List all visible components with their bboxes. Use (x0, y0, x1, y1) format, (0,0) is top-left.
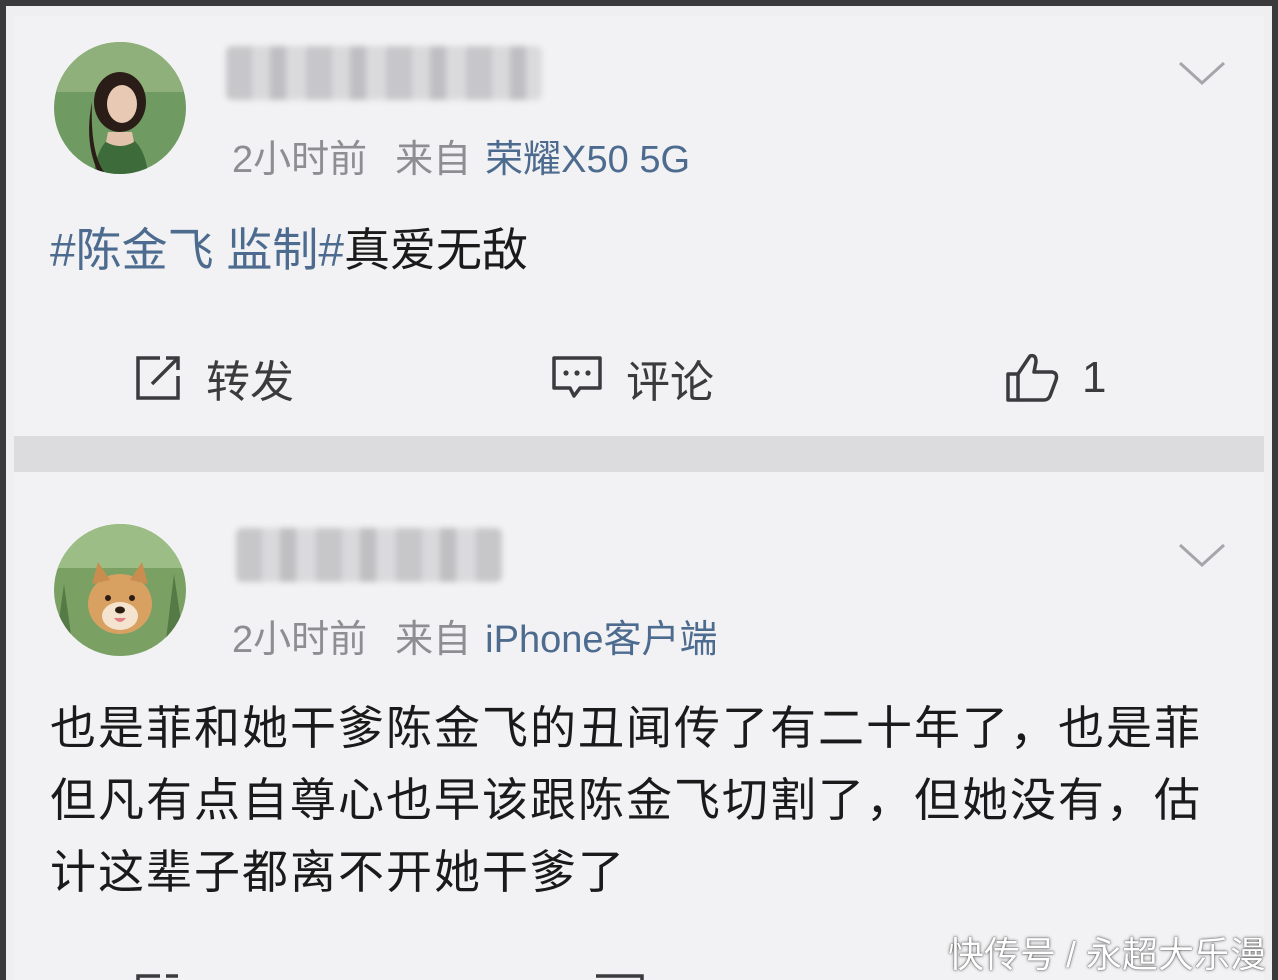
comment-button[interactable]: 评论 (550, 346, 714, 410)
avatar-image (54, 42, 186, 174)
repost-icon[interactable] (132, 972, 184, 980)
weibo-post: 2小时前 来自 iPhone客户端 也是菲和她干爹陈金飞的丑闻传了有二十年了，也是菲… (14, 472, 1264, 980)
avatar[interactable] (54, 42, 186, 174)
chevron-down-icon[interactable] (1178, 60, 1226, 86)
post-text: 也是菲和她干爹陈金飞的丑闻传了有二十年了，也是菲但凡有点自尊心也早该跟陈金飞切割… (50, 702, 1202, 898)
avatar[interactable] (54, 524, 186, 656)
post-content: #陈金飞 监制#真爱无敌 (50, 214, 528, 280)
like-count: 1 (1082, 353, 1107, 402)
repost-icon (136, 356, 180, 400)
post-divider (14, 436, 1264, 472)
screenshot-frame: 2小时前 来自 荣耀X50 5G #陈金飞 监制#真爱无敌 转发 评论 1 2小… (0, 0, 1278, 980)
comment-icon[interactable] (592, 972, 646, 980)
weibo-post: 2小时前 来自 荣耀X50 5G #陈金飞 监制#真爱无敌 转发 评论 1 (14, 16, 1264, 436)
avatar-image (54, 524, 186, 656)
device-link[interactable]: 荣耀X50 5G (485, 139, 690, 181)
hashtag-link[interactable]: #陈金飞 监制# (50, 224, 344, 276)
post-meta: 2小时前 来自 iPhone客户端 (232, 608, 717, 663)
comment-label: 评论 (626, 358, 714, 407)
username-blurred[interactable] (236, 528, 502, 582)
like-icon (1006, 353, 1059, 402)
post-text: 真爱无敌 (343, 224, 528, 276)
post-time: 2小时前 (232, 139, 368, 181)
post-time: 2小时前 (232, 619, 368, 661)
action-bar: 转发 评论 1 (14, 346, 1264, 410)
username-blurred[interactable] (226, 46, 542, 100)
repost-button[interactable]: 转发 (132, 346, 294, 410)
like-button[interactable]: 1 (1004, 346, 1106, 410)
chevron-down-icon[interactable] (1178, 542, 1226, 568)
source-label: 来自 (395, 139, 472, 181)
device-link[interactable]: iPhone客户端 (485, 619, 717, 661)
repost-label: 转发 (206, 358, 294, 407)
comment-icon (552, 356, 602, 398)
source-label: 来自 (395, 619, 472, 661)
watermark: 快传号 / 永超大乐漫 (947, 934, 1266, 975)
post-meta: 2小时前 来自 荣耀X50 5G (232, 128, 690, 183)
